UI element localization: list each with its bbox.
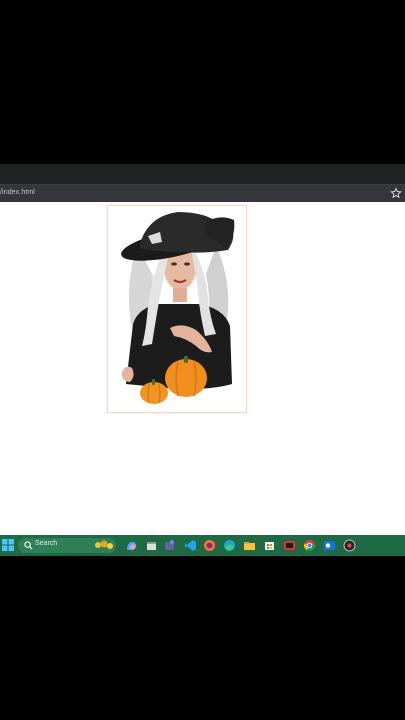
firefox-icon[interactable] bbox=[203, 539, 216, 552]
outlook-icon[interactable] bbox=[323, 539, 336, 552]
browser-tab-strip bbox=[0, 164, 405, 184]
witch-portrait-image bbox=[121, 212, 235, 404]
copilot-icon[interactable] bbox=[125, 539, 138, 552]
start-icon[interactable] bbox=[2, 539, 14, 551]
folder-icon[interactable] bbox=[243, 539, 256, 552]
search-icon bbox=[24, 541, 33, 550]
letterbox-top bbox=[0, 0, 405, 164]
search-label: Search bbox=[35, 540, 58, 547]
windows-taskbar: Search bbox=[0, 535, 405, 556]
chrome-icon[interactable] bbox=[303, 539, 316, 552]
taskbar-search[interactable]: Search bbox=[18, 538, 116, 553]
file-explorer-icon[interactable] bbox=[145, 539, 158, 552]
search-highlight-icon bbox=[95, 540, 113, 549]
desktop-screen: /index.html Search bbox=[0, 164, 405, 556]
browser-toolbar: /index.html bbox=[0, 184, 405, 203]
vscode-icon[interactable] bbox=[184, 539, 197, 552]
app-icon[interactable] bbox=[283, 539, 296, 552]
web-page bbox=[0, 202, 405, 535]
store-icon[interactable] bbox=[263, 539, 276, 552]
teams-icon[interactable] bbox=[163, 539, 176, 552]
star-icon[interactable] bbox=[390, 187, 402, 199]
letterbox-bottom bbox=[0, 556, 405, 720]
address-bar[interactable]: /index.html bbox=[0, 189, 35, 196]
edge-icon[interactable] bbox=[223, 539, 236, 552]
obs-icon[interactable] bbox=[343, 539, 356, 552]
image-card bbox=[107, 205, 247, 413]
